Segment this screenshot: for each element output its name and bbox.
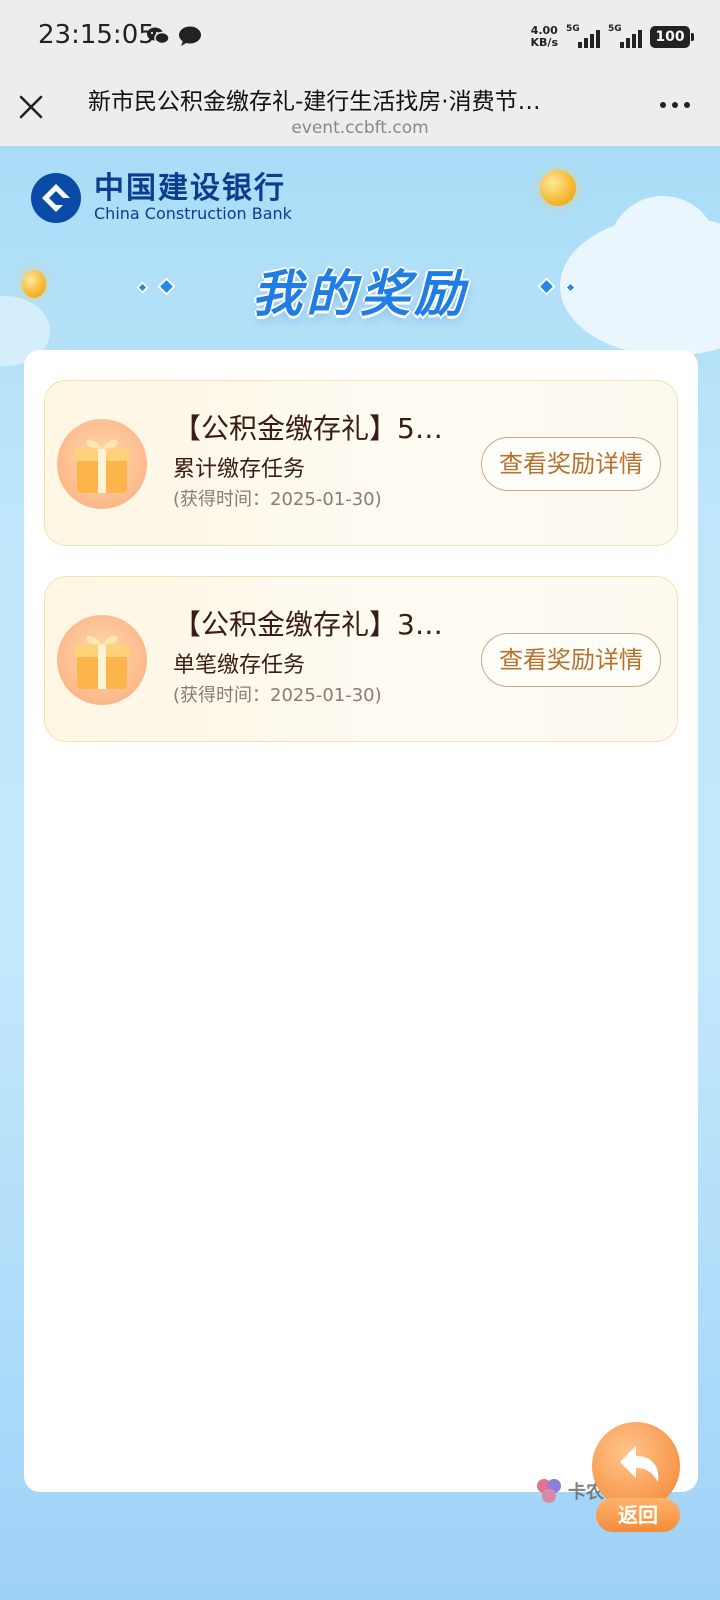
battery-icon: 100 — [650, 26, 694, 48]
view-reward-details-button[interactable]: 查看奖励详情 — [481, 437, 661, 491]
wechat-icon — [146, 26, 170, 46]
status-indicators: 4.00 KB/s 5G 5G 100 — [531, 22, 694, 52]
watermark-logo-icon — [537, 1479, 561, 1503]
reward-task: 单笔缴存任务 — [173, 653, 306, 678]
message-bubble-icon — [178, 26, 202, 46]
status-time: 23:15:05 — [38, 20, 155, 50]
signal-icon: 5G — [566, 24, 600, 50]
back-label[interactable]: 返回 — [596, 1498, 680, 1532]
view-reward-details-button[interactable]: 查看奖励详情 — [481, 633, 661, 687]
page-title-bar: 新市民公积金缴存礼-建行生活找房·消费节… — [88, 89, 541, 115]
coin-decoration — [540, 170, 576, 206]
ccb-logo-icon — [31, 173, 81, 223]
bank-name-en: China Construction Bank — [94, 204, 292, 223]
network-speed-unit: KB/s — [530, 36, 558, 49]
title-wrap: 我的奖励 — [0, 254, 720, 326]
close-icon[interactable] — [18, 94, 44, 120]
network-speed: 4.00 KB/s — [531, 25, 558, 49]
gift-icon — [57, 419, 147, 509]
reward-page: 中国建设银行 China Construction Bank 我的奖励 【公积金… — [0, 146, 720, 1600]
back-arrow-icon — [620, 1446, 659, 1482]
browser-nav-bar: 新市民公积金缴存礼-建行生活找房·消费节… event.ccbft.com — [0, 74, 720, 146]
reward-card: 【公积金缴存礼】5… 累计缴存任务 (获得时间：2025-01-30) 查看奖励… — [44, 380, 678, 546]
status-bar: 23:15:05 4.00 KB/s 5G 5G 100 — [0, 0, 720, 74]
page-url: event.ccbft.com — [291, 118, 429, 138]
reward-name: 【公积金缴存礼】3… — [173, 608, 443, 641]
back-bubble — [592, 1422, 680, 1510]
reward-time: (获得时间：2025-01-30) — [173, 685, 382, 706]
gift-icon — [57, 615, 147, 705]
reward-time: (获得时间：2025-01-30) — [173, 489, 382, 510]
more-icon[interactable] — [660, 102, 690, 108]
rewards-panel: 【公积金缴存礼】5… 累计缴存任务 (获得时间：2025-01-30) 查看奖励… — [24, 350, 698, 1492]
bank-brand: 中国建设银行 China Construction Bank — [30, 172, 292, 224]
reward-card: 【公积金缴存礼】3… 单笔缴存任务 (获得时间：2025-01-30) 查看奖励… — [44, 576, 678, 742]
reward-task: 累计缴存任务 — [173, 457, 306, 482]
bank-name-cn: 中国建设银行 — [94, 171, 286, 206]
page-title: 我的奖励 — [252, 265, 468, 323]
signal-icon-2: 5G — [608, 24, 642, 50]
reward-name: 【公积金缴存礼】5… — [173, 412, 443, 445]
